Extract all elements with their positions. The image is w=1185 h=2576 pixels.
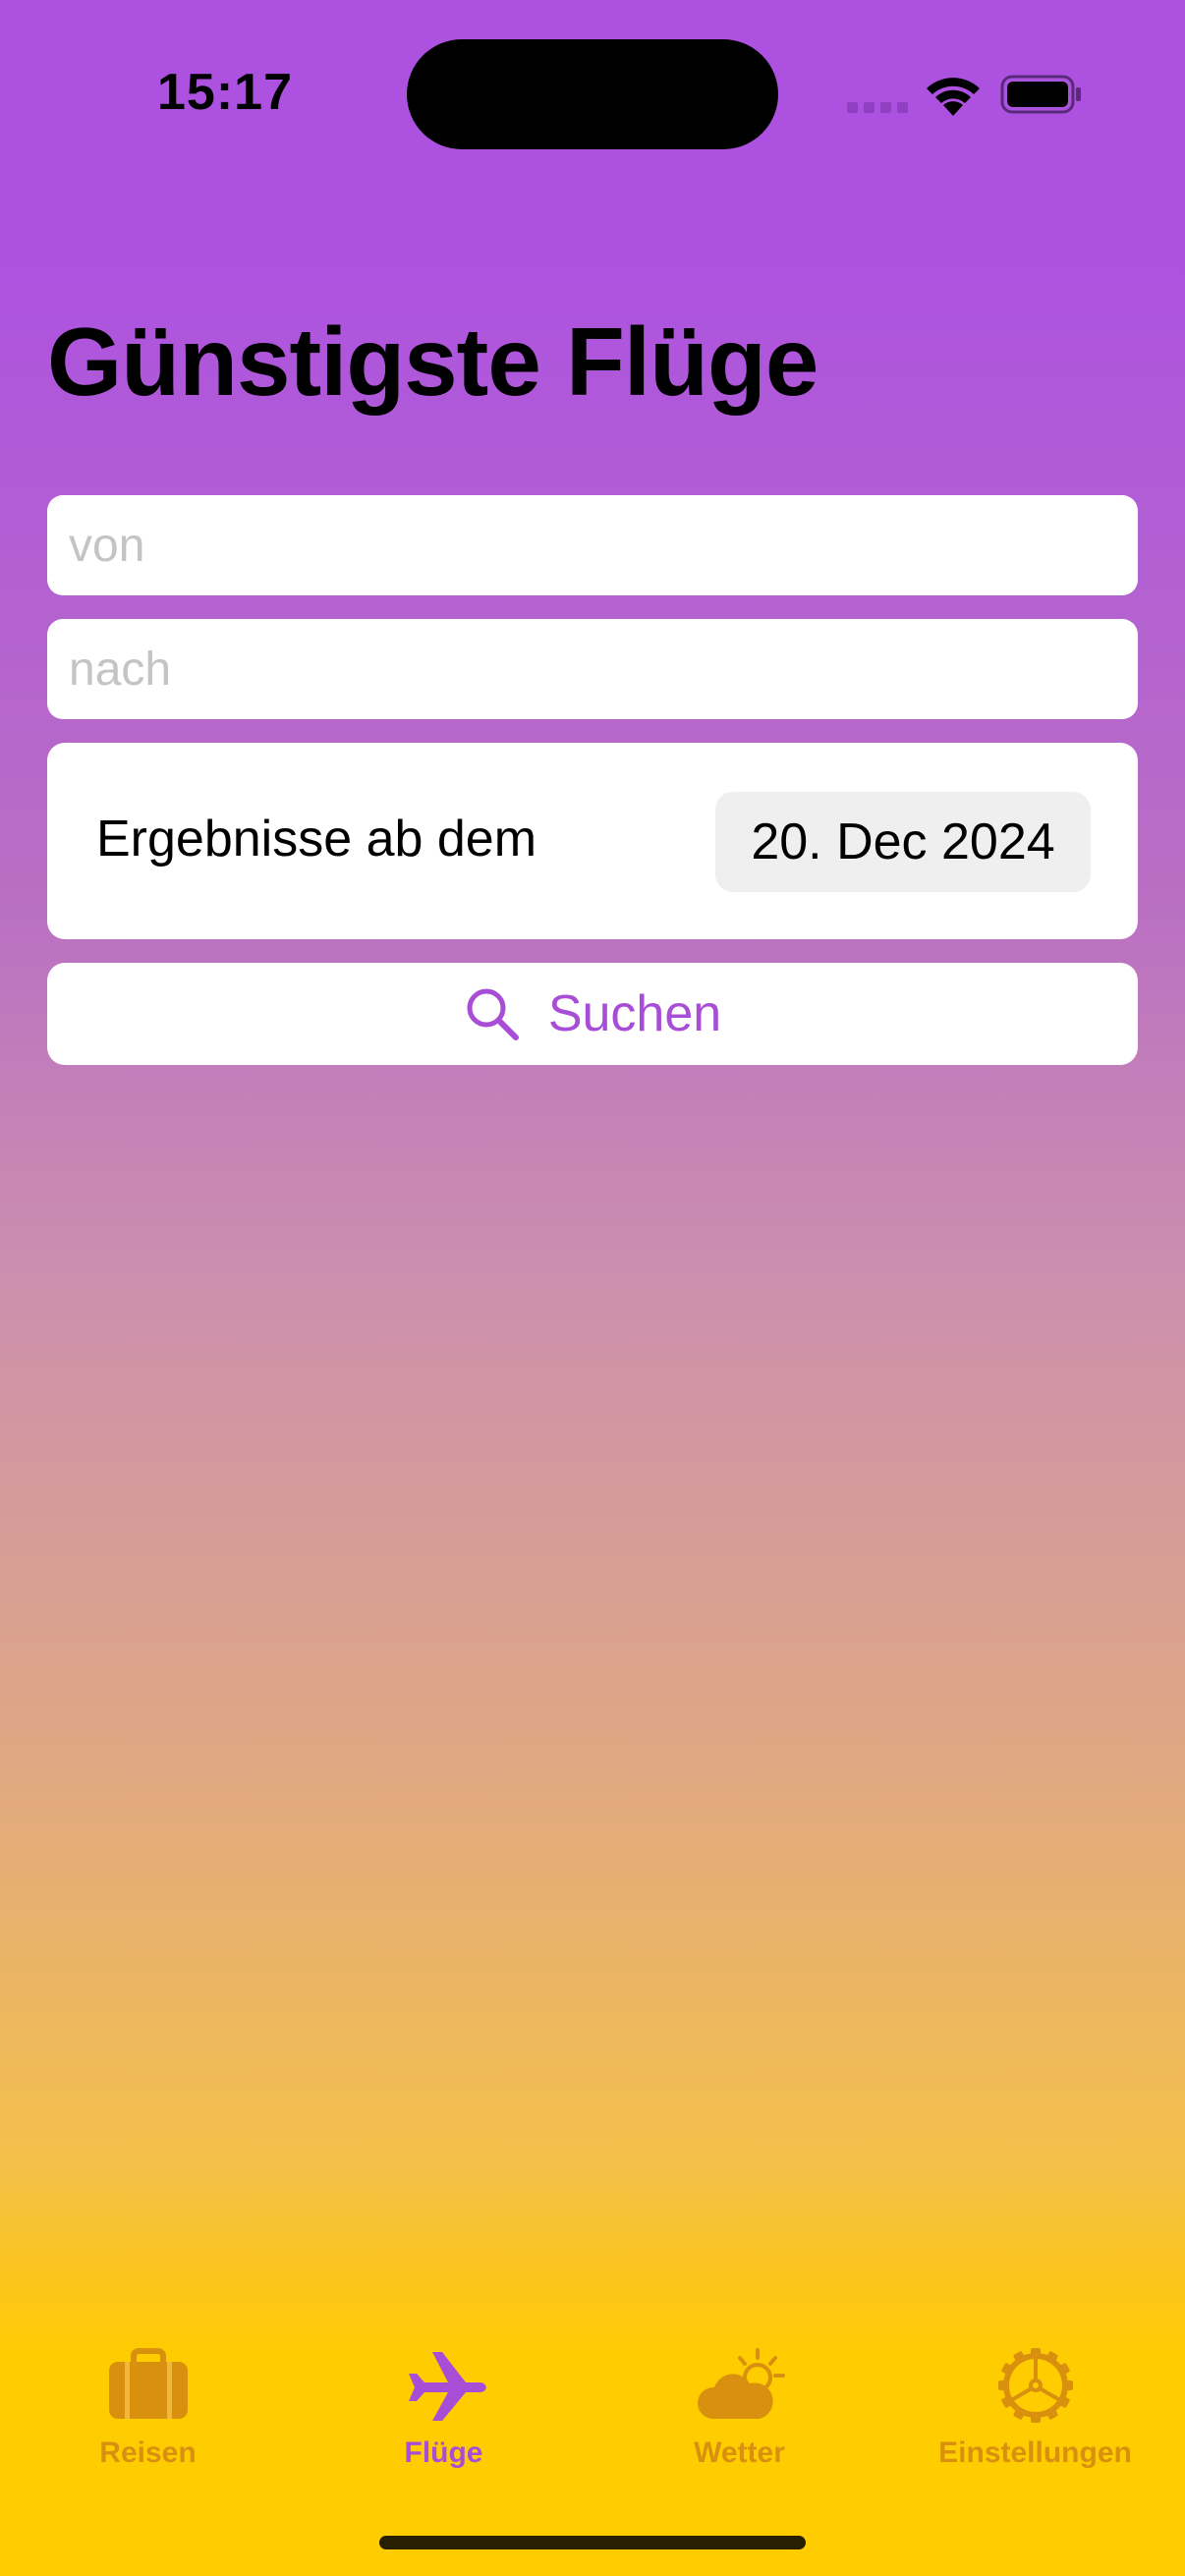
airplane-icon [408,2352,486,2421]
home-indicator [379,2536,806,2549]
to-input[interactable] [47,619,1138,719]
tab-fluege[interactable]: Flüge [296,2328,592,2486]
date-row: Ergebnisse ab dem 20. Dec 2024 [47,743,1138,939]
battery-icon [1000,75,1081,114]
suitcase-icon [108,2348,188,2419]
status-time: 15:17 [157,64,293,121]
tab-wetter[interactable]: Wetter [592,2328,887,2486]
search-button[interactable]: Suchen [47,963,1138,1065]
gear-icon [997,2348,1073,2423]
search-icon [467,988,519,1040]
cellular-signal-icon [847,102,910,118]
tab-reisen[interactable]: Reisen [0,2328,296,2486]
date-label: Ergebnisse ab dem [96,811,537,868]
tab-einstellungen[interactable]: Einstellungen [887,2328,1183,2486]
cloud-sun-icon [697,2348,785,2419]
from-input[interactable] [47,495,1138,595]
page-title: Günstigste Flüge [47,308,818,416]
search-label: Suchen [547,985,722,1042]
wifi-icon [927,78,980,116]
tab-bar: Reisen Flüge Wetter Einstellungen [0,2328,1185,2486]
tab-label: Flüge [404,2436,483,2469]
dynamic-island [407,39,778,149]
tab-label: Reisen [99,2436,197,2469]
tab-label: Einstellungen [938,2436,1132,2469]
tab-label: Wetter [694,2436,785,2469]
status-bar: 15:17 [0,0,1185,196]
date-picker[interactable]: 20. Dec 2024 [715,792,1091,892]
